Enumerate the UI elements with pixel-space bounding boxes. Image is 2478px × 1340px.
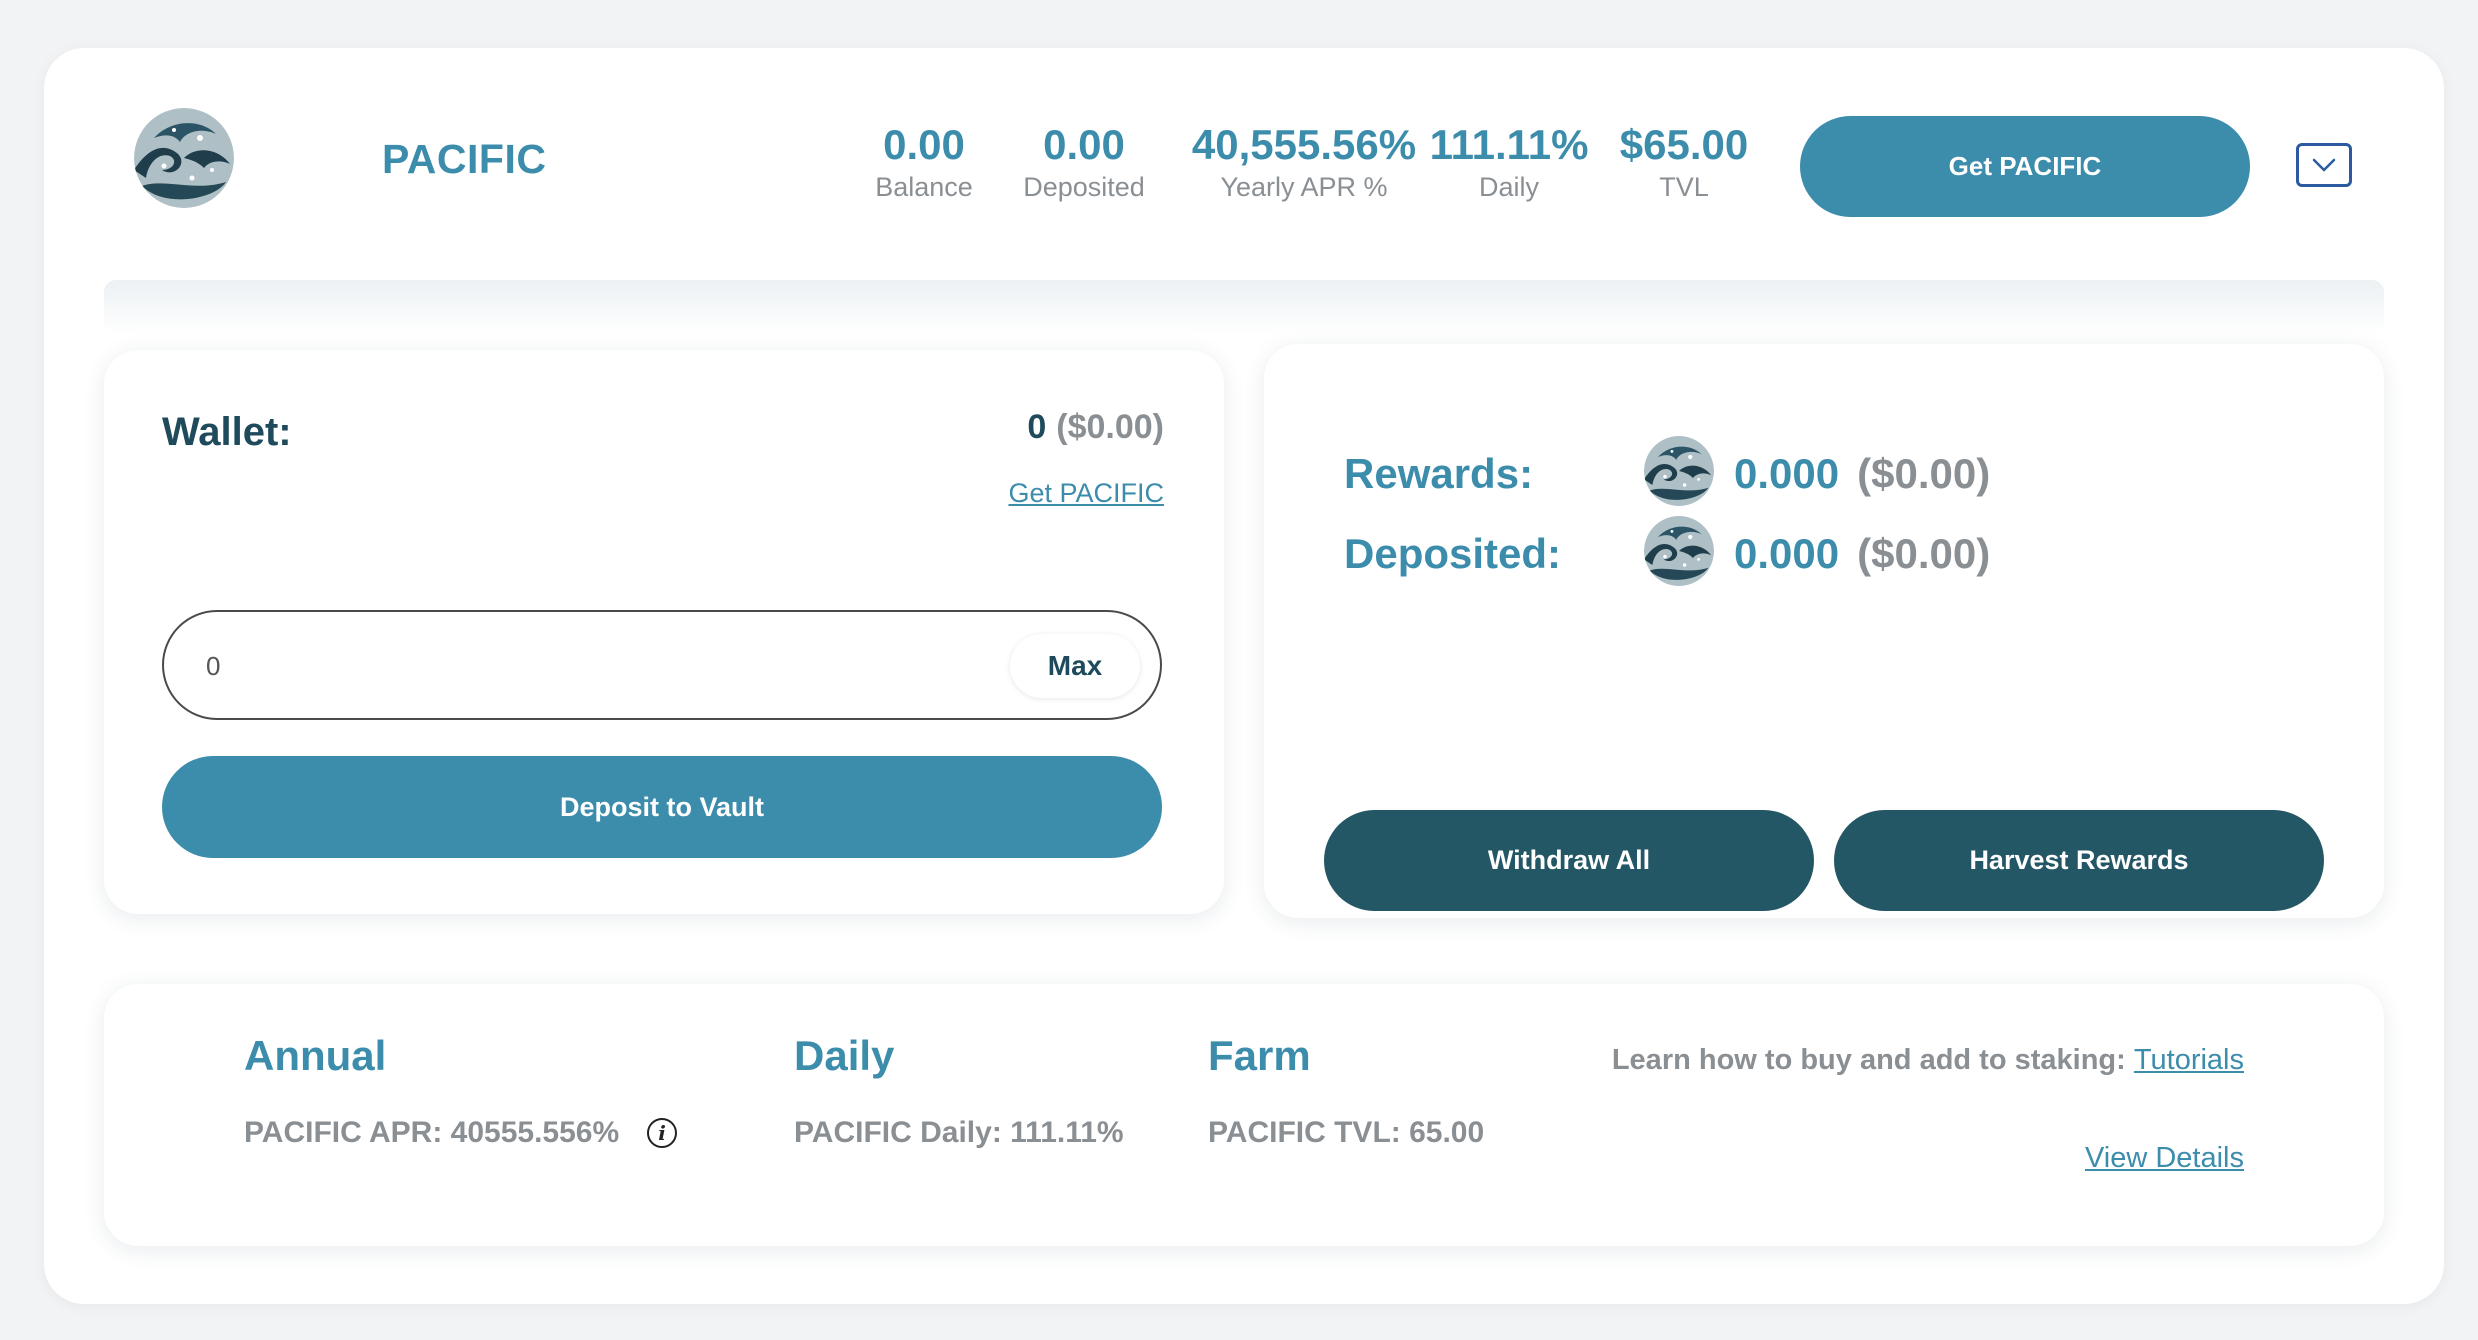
deposit-to-vault-button[interactable]: Deposit to Vault — [162, 756, 1162, 858]
vault-header[interactable]: PACIFIC 0.00 Balance 0.00 Deposited 40,5… — [44, 48, 2444, 280]
wave-token-icon — [1644, 516, 1714, 586]
deposited-label: Deposited: — [1344, 530, 1562, 577]
chevron-down-icon — [2312, 158, 2336, 172]
tutorials-link[interactable]: Tutorials — [2134, 1044, 2244, 1076]
stat-daily-value: 111.11% — [1429, 121, 1589, 168]
farm-tvl-text: PACIFIC TVL: 65.00 — [1208, 1116, 1485, 1149]
wallet-balance-usd: ($0.00) — [1056, 408, 1164, 446]
max-button[interactable]: Max — [1010, 634, 1140, 698]
deposited-value: 0.000 ($0.00) — [1734, 530, 1990, 578]
token-name: PACIFIC — [382, 136, 547, 182]
deposited-amount: 0.000 — [1734, 530, 1840, 577]
stat-daily: 111.11% Daily — [1424, 120, 1594, 204]
vault-panel: PACIFIC 0.00 Balance 0.00 Deposited 40,5… — [44, 48, 2444, 1304]
deposit-amount-field[interactable]: Max — [162, 610, 1162, 720]
view-details-link[interactable]: View Details — [2085, 1142, 2244, 1174]
info-icon[interactable]: i — [647, 1118, 677, 1148]
deposit-amount-input[interactable] — [204, 640, 908, 692]
harvest-rewards-button[interactable]: Harvest Rewards — [1834, 810, 2324, 911]
wallet-title: Wallet: — [162, 410, 292, 454]
get-pacific-button[interactable]: Get PACIFIC — [1800, 116, 2250, 217]
wave-logo-icon — [134, 108, 234, 208]
annual-heading: Annual — [244, 1032, 387, 1079]
daily-rate-text: PACIFIC Daily: 111.11% — [794, 1116, 1124, 1149]
withdraw-all-button[interactable]: Withdraw All — [1324, 810, 1814, 911]
rewards-usd: ($0.00) — [1857, 450, 1991, 497]
stat-yearly-apr-value: 40,555.56% — [1191, 121, 1417, 168]
details-card: Annual PACIFIC APR: 40555.556% i Daily P… — [104, 984, 2384, 1246]
stat-tvl-value: $65.00 — [1619, 121, 1749, 168]
wallet-card: Wallet: 0($0.00) Get PACIFIC Max Deposit… — [104, 350, 1224, 914]
learn-staking-label: Learn how to buy and add to staking: — [1611, 1044, 2126, 1076]
daily-heading: Daily — [794, 1032, 895, 1079]
rewards-amount: 0.000 — [1734, 450, 1840, 497]
rewards-card: Rewards: 0.000 ($0.00) Deposited: 0.000 ($… — [1264, 344, 2384, 918]
view-details: View Details — [2085, 1142, 2244, 1175]
wave-token-icon — [1644, 436, 1714, 506]
annual-apr-text: PACIFIC APR: 40555.556% — [244, 1116, 620, 1149]
learn-staking-text: Learn how to buy and add to staking: Tut… — [1612, 1044, 2244, 1077]
wallet-balance-amount: 0 — [1027, 408, 1047, 446]
farm-heading: Farm — [1208, 1032, 1311, 1079]
stat-daily-label: Daily — [1478, 172, 1539, 202]
stat-tvl: $65.00 TVL — [1589, 120, 1779, 204]
stat-tvl-label: TVL — [1659, 172, 1709, 202]
stat-yearly-apr: 40,555.56% Yearly APR % — [1154, 120, 1454, 204]
rewards-value: 0.000 ($0.00) — [1734, 450, 1990, 498]
header-divider-shadow — [104, 280, 2384, 334]
expand-toggle-button[interactable] — [2296, 143, 2352, 187]
deposited-usd: ($0.00) — [1857, 530, 1991, 577]
wallet-balance: 0 ($0.00) — [1027, 408, 1164, 447]
get-pacific-link[interactable]: Get PACIFIC — [1008, 478, 1164, 509]
stat-yearly-apr-label: Yearly APR % — [1220, 172, 1388, 202]
rewards-label: Rewards: — [1344, 450, 1534, 497]
